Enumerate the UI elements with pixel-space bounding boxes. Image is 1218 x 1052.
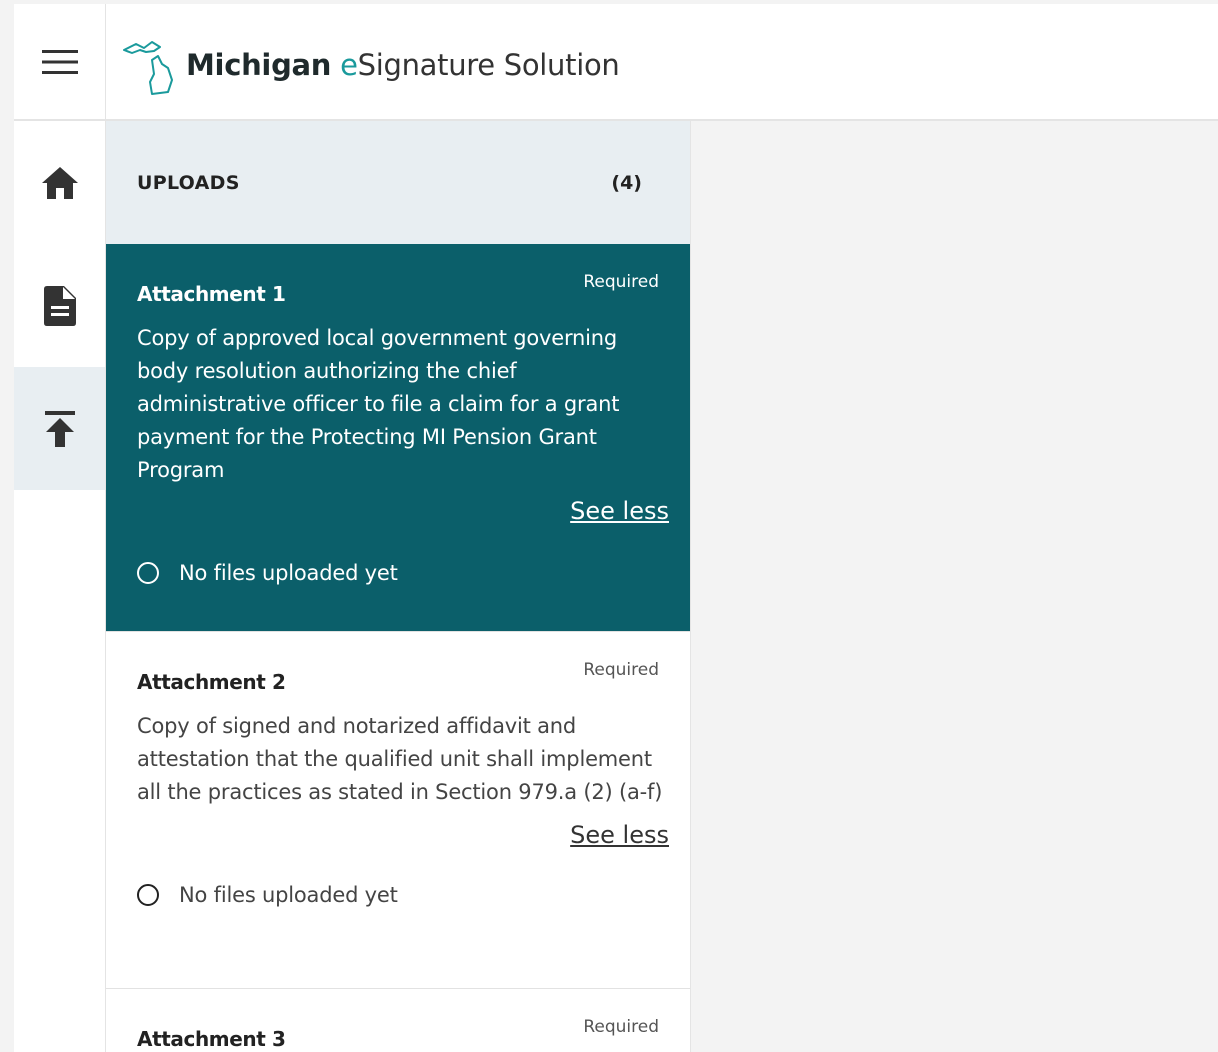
logo-text-rest: Signature Solution: [357, 48, 620, 82]
app-header: Michigan eSignature Solution: [14, 4, 1218, 121]
upload-icon: [44, 410, 75, 447]
side-nav: [14, 121, 106, 1052]
hamburger-icon: [41, 49, 78, 74]
home-icon: [41, 166, 78, 199]
upload-status-text: No files uploaded yet: [179, 561, 398, 585]
attachment-description: Copy of signed and notarized affidavit a…: [137, 714, 663, 804]
upload-status-text: No files uploaded yet: [179, 883, 398, 907]
see-less-link[interactable]: See less: [137, 821, 669, 849]
status-circle-icon: [137, 884, 159, 906]
attachment-card[interactable]: Required Attachment 2 Copy of signed and…: [106, 632, 690, 989]
uploads-title: UPLOADS: [137, 171, 240, 194]
app-title: Michigan eSignature Solution: [186, 48, 620, 98]
hamburger-menu-button[interactable]: [14, 4, 106, 119]
nav-home[interactable]: [14, 121, 105, 244]
michigan-map-icon: [123, 41, 173, 95]
main-content-area: [691, 121, 1218, 1052]
uploads-panel: UPLOADS (4) Required Attachment 1 Copy o…: [106, 121, 691, 1052]
logo-text-e: e: [340, 48, 358, 82]
upload-status: No files uploaded yet: [137, 883, 669, 907]
logo-text-bold: Michigan: [186, 48, 332, 82]
nav-documents[interactable]: [14, 244, 105, 367]
app-frame: Michigan eSignature Solution UPLOADS (4)…: [14, 4, 1218, 1052]
required-label: Required: [583, 1017, 659, 1037]
required-label: Required: [583, 272, 659, 292]
uploads-header: UPLOADS (4): [106, 121, 690, 244]
attachment-card[interactable]: Required Attachment 3: [106, 989, 690, 1052]
nav-uploads[interactable]: [14, 367, 105, 490]
uploads-count: (4): [611, 171, 642, 194]
upload-status: No files uploaded yet: [137, 561, 669, 585]
attachment-description: Copy of approved local government govern…: [137, 326, 620, 482]
see-less-link[interactable]: See less: [137, 497, 669, 525]
document-icon: [43, 285, 76, 326]
status-circle-icon: [137, 562, 159, 584]
attachment-card[interactable]: Required Attachment 1 Copy of approved l…: [106, 244, 690, 632]
required-label: Required: [583, 660, 659, 680]
app-logo[interactable]: Michigan eSignature Solution: [122, 18, 620, 98]
